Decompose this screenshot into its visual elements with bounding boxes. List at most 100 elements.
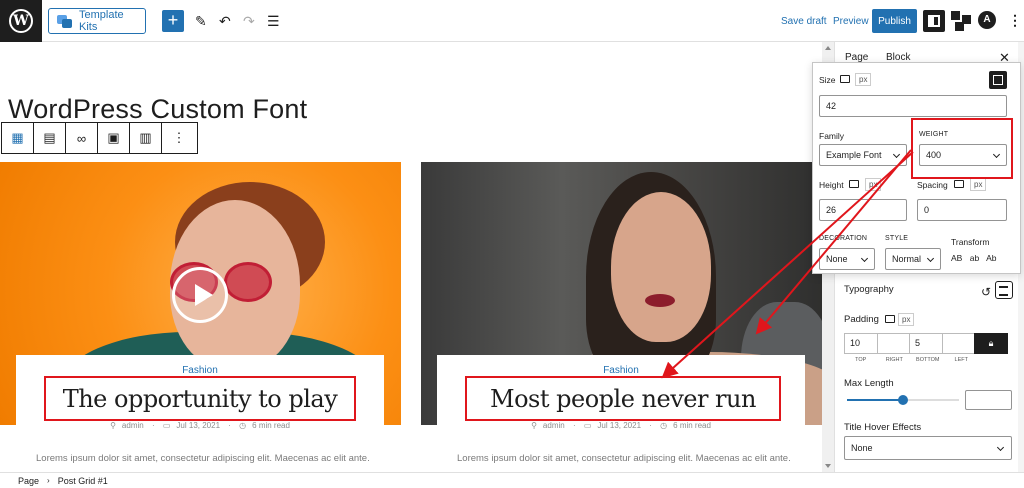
padding-unit-selector[interactable]: px (898, 313, 915, 326)
post-card-left: Fashion The opportunity to play ⚲ admin ·… (16, 355, 384, 472)
max-length-slider[interactable] (847, 395, 959, 405)
align-icon[interactable]: ▤ (34, 123, 66, 153)
template-kits-button[interactable]: Template Kits (48, 8, 146, 34)
post-meta: ⚲ admin · ▭ Jul 13, 2021 · ◷ 6 min read (110, 421, 290, 430)
clock-icon: ◷ (239, 421, 247, 430)
publish-button[interactable]: Publish (872, 9, 917, 33)
post-read-time: 6 min read (673, 421, 711, 430)
blocks-library-icon[interactable] (951, 11, 971, 31)
template-kits-label: Template Kits (79, 9, 124, 33)
add-block-button[interactable]: + (162, 10, 184, 32)
post-excerpt: Lorems ipsum dolor sit amet, consectetur… (457, 453, 791, 464)
padding-side-label: TOP (855, 357, 867, 363)
max-length-input[interactable] (965, 390, 1012, 410)
breadcrumb-root[interactable]: Page (18, 476, 39, 486)
astra-icon[interactable]: A (978, 11, 996, 29)
max-length-label: Max Length (844, 378, 894, 389)
post-title[interactable]: WordPress Custom Font (8, 94, 307, 125)
post-title-highlight: The opportunity to play (44, 376, 356, 421)
calendar-icon: ▭ (583, 421, 592, 430)
post-card-right: Fashion Most people never run ⚲ admin · ▭… (437, 355, 805, 472)
post-card-title[interactable]: The opportunity to play (63, 385, 338, 413)
padding-side-label: BOTTOM (916, 357, 940, 363)
padding-side-label: LEFT (954, 357, 968, 363)
desktop-device-icon[interactable] (885, 315, 895, 323)
desktop-device-icon[interactable] (840, 75, 850, 83)
size-unit-selector[interactable]: px (855, 73, 872, 86)
post-meta: ⚲ admin · ▭ Jul 13, 2021 · ◷ 6 min read (531, 421, 711, 430)
desktop-device-icon[interactable] (849, 180, 859, 188)
post-date: Jul 13, 2021 (176, 421, 221, 430)
post-title-highlight: Most people never run (465, 376, 781, 421)
title-hover-effects-label: Title Hover Effects (844, 422, 922, 433)
scroll-down-icon[interactable] (825, 464, 831, 468)
author-icon: ⚲ (110, 421, 116, 430)
weight-highlight (911, 118, 1013, 179)
padding-side-labels: TOP RIGHT BOTTOM LEFT (844, 357, 1013, 363)
calendar-icon: ▭ (162, 421, 171, 430)
lock-icon[interactable]: 🔒︎ (974, 333, 1008, 354)
post-author[interactable]: admin (122, 421, 144, 430)
image-icon[interactable]: ▣ (98, 123, 130, 153)
redo-icon[interactable]: ↷ (243, 12, 255, 30)
reset-icon[interactable]: ↺ (981, 285, 991, 299)
post-grid-block-icon[interactable]: ▦ (2, 123, 34, 153)
padding-left-input[interactable] (941, 333, 975, 354)
line-height-label: Height (819, 180, 844, 190)
padding-right-input[interactable] (876, 333, 910, 354)
capitalize-button[interactable]: Ab (986, 253, 996, 263)
text-decoration-select[interactable]: None (819, 248, 875, 270)
size-label: Size (819, 75, 836, 85)
font-family-select[interactable]: Example Font (819, 144, 907, 166)
save-draft-button[interactable]: Save draft (781, 16, 827, 27)
template-kits-icon (57, 14, 73, 28)
advanced-settings-icon[interactable] (989, 71, 1007, 89)
slider-handle[interactable] (898, 395, 908, 405)
breadcrumb: Page › Post Grid #1 (0, 472, 1024, 488)
block-toolbar: ▦ ▤ ∞ ▣ ▥ ⋮ (1, 122, 198, 154)
preview-button[interactable]: Preview (833, 16, 869, 27)
scroll-up-icon[interactable] (825, 46, 831, 50)
post-category-link[interactable]: Fashion (16, 365, 384, 376)
padding-bottom-input[interactable]: 5 (909, 333, 943, 354)
letter-spacing-unit-selector[interactable]: px (970, 178, 987, 191)
typography-settings-icon[interactable] (995, 281, 1013, 299)
family-label: Family (819, 131, 845, 141)
breadcrumb-current[interactable]: Post Grid #1 (58, 476, 108, 486)
post-card-title[interactable]: Most people never run (490, 385, 756, 413)
font-size-input[interactable]: 42 (819, 95, 1007, 117)
post-author[interactable]: admin (543, 421, 565, 430)
line-height-input[interactable]: 26 (819, 199, 907, 221)
link-icon[interactable]: ∞ (66, 123, 98, 153)
font-style-select[interactable]: Normal (885, 248, 941, 270)
wordpress-logo-button[interactable]: W (0, 0, 42, 42)
post-category-link[interactable]: Fashion (437, 365, 805, 376)
more-options-icon[interactable]: ⋮ (1008, 12, 1022, 29)
letter-spacing-input[interactable]: 0 (917, 199, 1007, 221)
post-excerpt: Lorems ipsum dolor sit amet, consectetur… (36, 453, 370, 464)
uppercase-button[interactable]: AB (951, 253, 962, 263)
text-transform-buttons: AB ab Ab (951, 253, 1002, 263)
wordpress-icon: W (9, 8, 33, 33)
pen-tool-icon[interactable]: ✎ (195, 12, 207, 30)
padding-top-input[interactable]: 10 (844, 333, 878, 354)
play-video-icon[interactable] (172, 267, 228, 323)
clock-icon: ◷ (660, 421, 668, 430)
undo-icon[interactable]: ↶ (219, 12, 231, 30)
typography-label: Typography (844, 284, 894, 295)
desktop-device-icon[interactable] (954, 180, 964, 188)
post-date: Jul 13, 2021 (597, 421, 642, 430)
lowercase-button[interactable]: ab (970, 253, 979, 263)
line-height-unit-selector[interactable]: px (865, 178, 882, 191)
style-label: STYLE (885, 235, 909, 242)
slider-fill (847, 399, 903, 401)
post-read-time: 6 min read (252, 421, 290, 430)
chevron-right-icon: › (47, 476, 50, 485)
list-view-icon[interactable]: ☰ (267, 12, 280, 30)
block-more-options-icon[interactable]: ⋮ (162, 123, 196, 153)
layout-table-icon[interactable]: ▥ (130, 123, 162, 153)
title-hover-effects-select[interactable]: None (844, 436, 1012, 460)
padding-label: Padding (844, 314, 879, 325)
letter-spacing-label: Spacing (917, 180, 948, 190)
settings-sidebar-toggle-icon[interactable] (923, 10, 945, 32)
